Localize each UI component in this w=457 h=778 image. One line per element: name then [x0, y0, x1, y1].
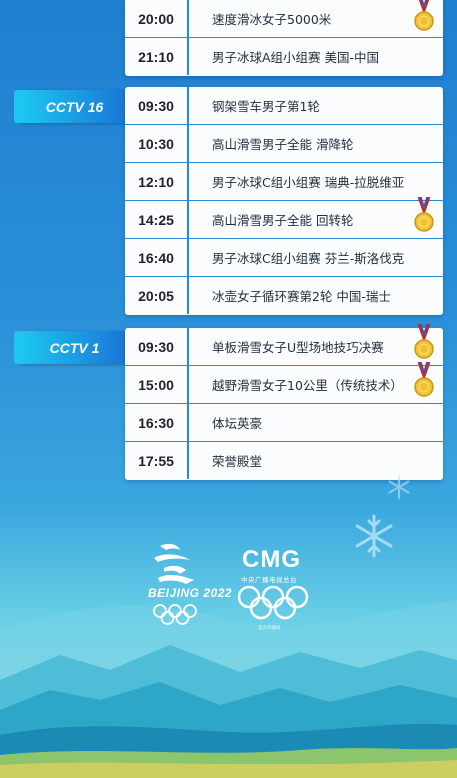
- schedule-row: 14:25 高山滑雪男子全能 回转轮: [125, 197, 443, 239]
- event-cell: 男子冰球C组小组赛 芬兰-斯洛伐克: [212, 251, 405, 266]
- schedule-row: 20:00 速度滑冰女子5000米: [125, 0, 443, 38]
- schedule-row: 21:10 男子冰球A组小组赛 美国-中国: [125, 38, 443, 75]
- event-cell: 高山滑雪男子全能 回转轮: [212, 213, 354, 228]
- event-cell: 速度滑冰女子5000米: [212, 12, 332, 27]
- time-cell: 21:10: [125, 38, 189, 75]
- cmg-subtitle: 中央广播电视总台: [241, 576, 297, 584]
- event-cell: 荣誉殿堂: [212, 454, 263, 469]
- gold-medal-icon: [414, 0, 434, 31]
- schedule-row: 09:30 钢架雪车男子第1轮: [125, 87, 443, 125]
- time-cell: 16:40: [125, 239, 189, 276]
- event-cell: 冰壶女子循环赛第2轮 中国-瑞士: [212, 289, 391, 304]
- snowflake-icon: [355, 514, 393, 558]
- event-cell: 高山滑雪男子全能 滑降轮: [212, 137, 354, 152]
- time-cell: 12:10: [125, 163, 189, 200]
- event-cell: 男子冰球A组小组赛 美国-中国: [212, 50, 380, 65]
- time-cell: 16:30: [125, 404, 189, 441]
- gold-medal-icon: [414, 197, 434, 232]
- event-cell: 男子冰球C组小组赛 瑞典-拉脱维亚: [212, 175, 405, 190]
- schedule-panel-top: 20:00 速度滑冰女子5000米 21:10 男子冰球A组小组赛 美国-中国: [125, 0, 443, 76]
- event-cell: 越野滑雪女子10公里（传统技术）: [212, 378, 403, 393]
- gold-medal-icon: [414, 362, 434, 397]
- time-cell: 20:05: [125, 277, 189, 314]
- time-cell: 20:00: [125, 0, 189, 37]
- schedule-row: 16:30 体坛英豪: [125, 404, 443, 442]
- beijing-2022-emblem: [154, 543, 194, 584]
- schedule-row: 12:10 男子冰球C组小组赛 瑞典-拉脱维亚: [125, 163, 443, 201]
- schedule-row: 16:40 男子冰球C组小组赛 芬兰-斯洛伐克: [125, 239, 443, 277]
- olympic-rings-icon: [153, 604, 197, 625]
- channel-tag-cctv1: CCTV 1: [14, 331, 127, 364]
- time-cell: 17:55: [125, 442, 189, 479]
- event-cell: 单板滑雪女子U型场地技巧决赛: [212, 340, 384, 355]
- event-cell: 钢架雪车男子第1轮: [212, 99, 320, 114]
- time-cell: 09:30: [125, 328, 189, 365]
- cmg-broadcaster-note: 官方转播商: [258, 626, 281, 631]
- event-cell: 体坛英豪: [212, 416, 263, 431]
- snowflake-icon: [388, 475, 410, 499]
- beijing-2022-wordmark: BEIJING 2022: [148, 586, 233, 600]
- gold-medal-icon: [414, 324, 434, 359]
- schedule-panel-cctv16: 09:30 钢架雪车男子第1轮 10:30 高山滑雪男子全能 滑降轮 12:10…: [125, 87, 443, 315]
- schedule-panel-cctv1: 09:30 单板滑雪女子U型场地技巧决赛 15:00 越野滑雪女子10公里（传统…: [125, 324, 443, 480]
- cmg-logo: CMG: [242, 546, 301, 573]
- time-cell: 09:30: [125, 87, 189, 124]
- schedule-row: 20:05 冰壶女子循环赛第2轮 中国-瑞士: [125, 277, 443, 314]
- schedule-row: 09:30 单板滑雪女子U型场地技巧决赛: [125, 324, 443, 366]
- olympic-rings-icon: [237, 585, 309, 620]
- time-cell: 15:00: [125, 366, 189, 403]
- channel-tag-cctv16: CCTV 16: [14, 90, 127, 123]
- schedule-row: 15:00 越野滑雪女子10公里（传统技术）: [125, 362, 443, 404]
- time-cell: 14:25: [125, 201, 189, 238]
- schedule-row: 10:30 高山滑雪男子全能 滑降轮: [125, 125, 443, 163]
- time-cell: 10:30: [125, 125, 189, 162]
